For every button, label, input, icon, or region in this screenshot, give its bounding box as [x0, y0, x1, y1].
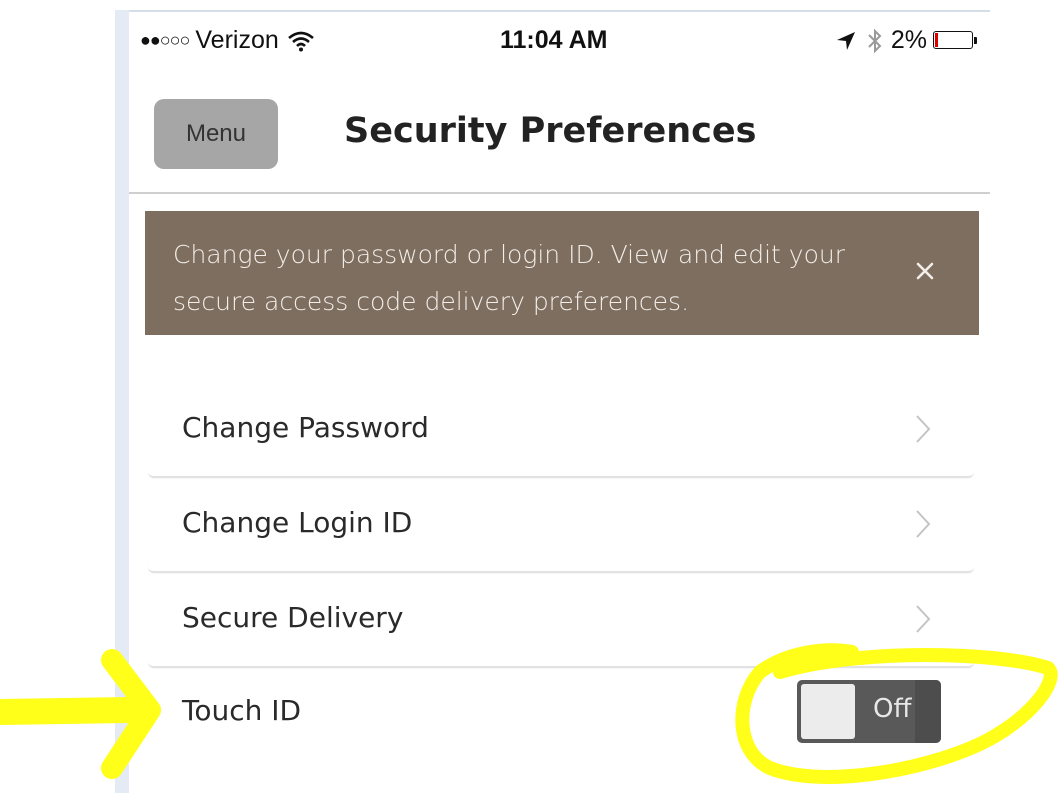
list-item-change-password[interactable]: Change Password: [148, 383, 974, 478]
list-item-change-login-id[interactable]: Change Login ID: [148, 478, 974, 573]
settings-list: Change Password Change Login ID Secure D…: [148, 383, 974, 668]
carrier-name: Verizon: [195, 26, 279, 54]
status-left: ●●○○○ Verizon: [140, 26, 315, 55]
list-item-label: Secure Delivery: [182, 601, 404, 634]
header-divider: [129, 192, 990, 194]
left-edge-strip: [115, 10, 129, 793]
wifi-icon: [287, 31, 314, 51]
touch-id-label: Touch ID: [182, 694, 302, 727]
toggle-edge: [915, 680, 941, 743]
touch-id-toggle[interactable]: Off: [797, 680, 941, 743]
status-time: 11:04 AM: [500, 26, 608, 54]
battery-fill: [935, 32, 938, 47]
battery-icon: [933, 30, 979, 51]
info-banner: Change your password or login ID. View a…: [145, 211, 979, 335]
chevron-right-icon: [916, 605, 931, 633]
status-bar: ●●○○○ Verizon 11:04 AM 2%: [140, 22, 985, 62]
menu-button[interactable]: Menu: [154, 99, 278, 169]
bluetooth-icon: [868, 28, 882, 53]
close-icon[interactable]: [911, 257, 939, 285]
screen: ●●○○○ Verizon 11:04 AM 2% Menu Security …: [0, 0, 1058, 793]
list-item-label: Change Login ID: [182, 506, 413, 539]
chevron-right-icon: [916, 415, 931, 443]
toggle-knob: [801, 684, 855, 739]
status-right: 2%: [835, 26, 979, 55]
top-border: [115, 10, 990, 12]
chevron-right-icon: [916, 510, 931, 538]
banner-text: Change your password or login ID. View a…: [173, 240, 846, 316]
list-item-label: Change Password: [182, 411, 429, 444]
signal-strength: ●●○○○: [140, 30, 190, 50]
toggle-state-label: Off: [873, 694, 912, 724]
battery-percent: 2%: [890, 26, 927, 54]
page-title: Security Preferences: [344, 111, 757, 151]
list-item-secure-delivery[interactable]: Secure Delivery: [148, 573, 974, 668]
header: Menu Security Preferences: [140, 95, 990, 190]
location-arrow-icon: [836, 31, 855, 50]
